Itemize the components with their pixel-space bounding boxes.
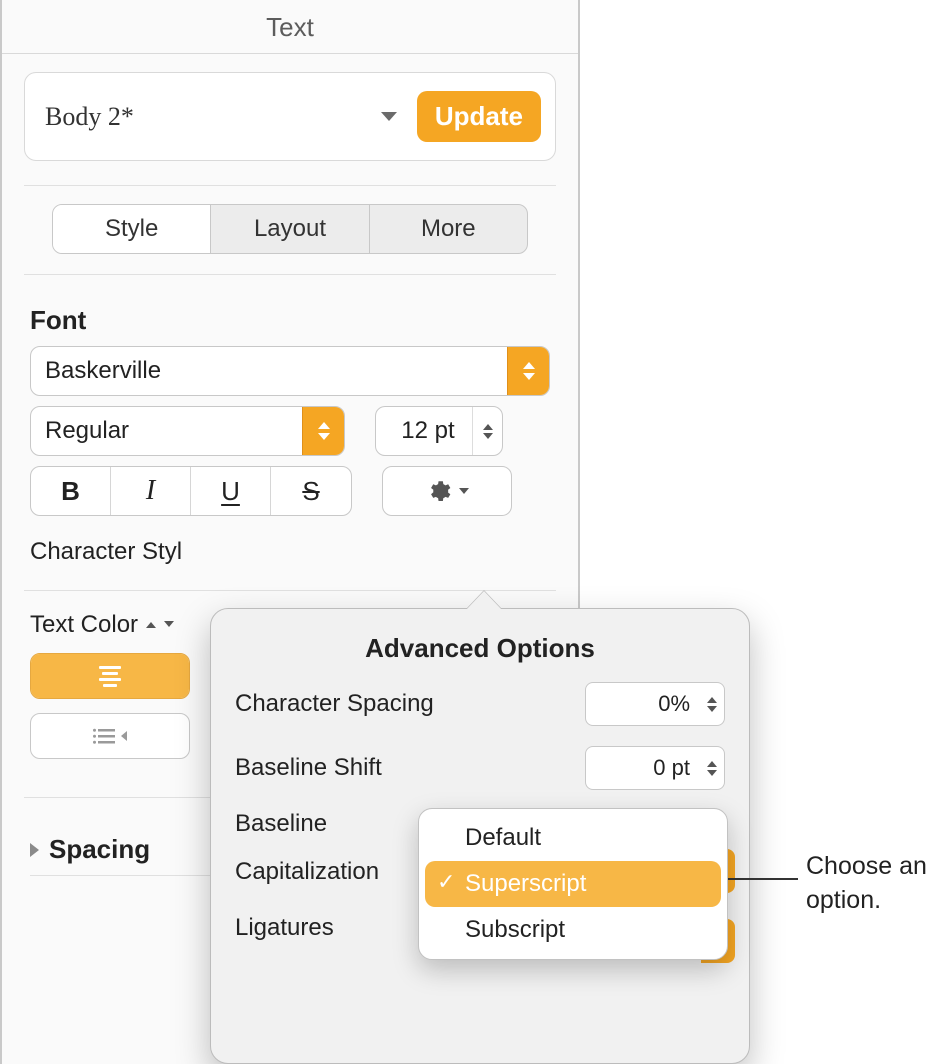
character-spacing-field[interactable]: 0%	[585, 682, 725, 726]
chevron-down-icon	[459, 488, 469, 494]
text-color-label: Text Color	[30, 611, 138, 639]
bold-button[interactable]: B	[31, 467, 111, 515]
update-style-button[interactable]: Update	[417, 91, 541, 142]
advanced-options-title: Advanced Options	[235, 633, 725, 664]
panel-title: Text	[2, 0, 578, 54]
select-stepper-icon	[302, 407, 344, 455]
baseline-option-superscript[interactable]: Superscript	[425, 861, 721, 907]
underline-button[interactable]: U	[191, 467, 271, 515]
tab-layout[interactable]: Layout	[211, 205, 369, 253]
list-style-button[interactable]	[30, 713, 190, 759]
callout-leader-line	[724, 878, 798, 880]
tab-more[interactable]: More	[370, 205, 527, 253]
caret-down-icon	[164, 621, 174, 627]
text-format-group: B I U S	[30, 466, 352, 516]
stepper-icon[interactable]	[700, 683, 724, 725]
baseline-shift-field[interactable]: 0 pt	[585, 746, 725, 790]
paragraph-style-select[interactable]: Body 2*	[39, 93, 403, 141]
font-size-value: 12 pt	[376, 417, 472, 445]
baseline-option-subscript[interactable]: Subscript	[425, 907, 721, 953]
align-left-button[interactable]	[31, 654, 189, 698]
disclosure-triangle-icon	[30, 843, 39, 857]
select-stepper-icon	[507, 347, 549, 395]
alignment-group	[30, 653, 190, 699]
ligatures-label: Ligatures	[235, 914, 334, 942]
chevron-down-icon	[381, 112, 397, 121]
baseline-shift-label: Baseline Shift	[235, 754, 382, 782]
italic-button[interactable]: I	[111, 467, 191, 515]
baseline-label: Baseline	[235, 810, 327, 838]
font-section-label: Font	[30, 305, 550, 336]
font-size-field[interactable]: 12 pt	[375, 406, 503, 456]
tab-style[interactable]: Style	[53, 205, 211, 253]
baseline-menu: Default Superscript Subscript	[418, 808, 728, 960]
strikethrough-button[interactable]: S	[271, 467, 351, 515]
font-weight-value: Regular	[31, 417, 302, 445]
gear-icon	[425, 478, 451, 504]
paragraph-style-card: Body 2* Update	[24, 72, 556, 161]
stepper-icon[interactable]	[472, 407, 502, 455]
character-styles-label: Character Styl	[30, 538, 550, 566]
paragraph-style-name: Body 2*	[45, 102, 134, 132]
chevron-left-icon	[121, 731, 127, 741]
inspector-tabs: Style Layout More	[52, 204, 528, 254]
list-icon	[93, 728, 115, 744]
caret-up-icon	[146, 622, 156, 628]
capitalization-label: Capitalization	[235, 858, 379, 886]
character-spacing-label: Character Spacing	[235, 690, 434, 718]
font-family-value: Baskerville	[31, 357, 507, 385]
callout-text: Choose an option.	[806, 850, 942, 918]
baseline-option-default[interactable]: Default	[425, 815, 721, 861]
baseline-shift-value: 0 pt	[586, 755, 700, 781]
advanced-options-button[interactable]	[382, 466, 512, 516]
spacing-label: Spacing	[49, 834, 150, 865]
font-weight-select[interactable]: Regular	[30, 406, 345, 456]
stepper-icon[interactable]	[700, 747, 724, 789]
character-spacing-value: 0%	[586, 691, 700, 717]
font-family-select[interactable]: Baskerville	[30, 346, 550, 396]
